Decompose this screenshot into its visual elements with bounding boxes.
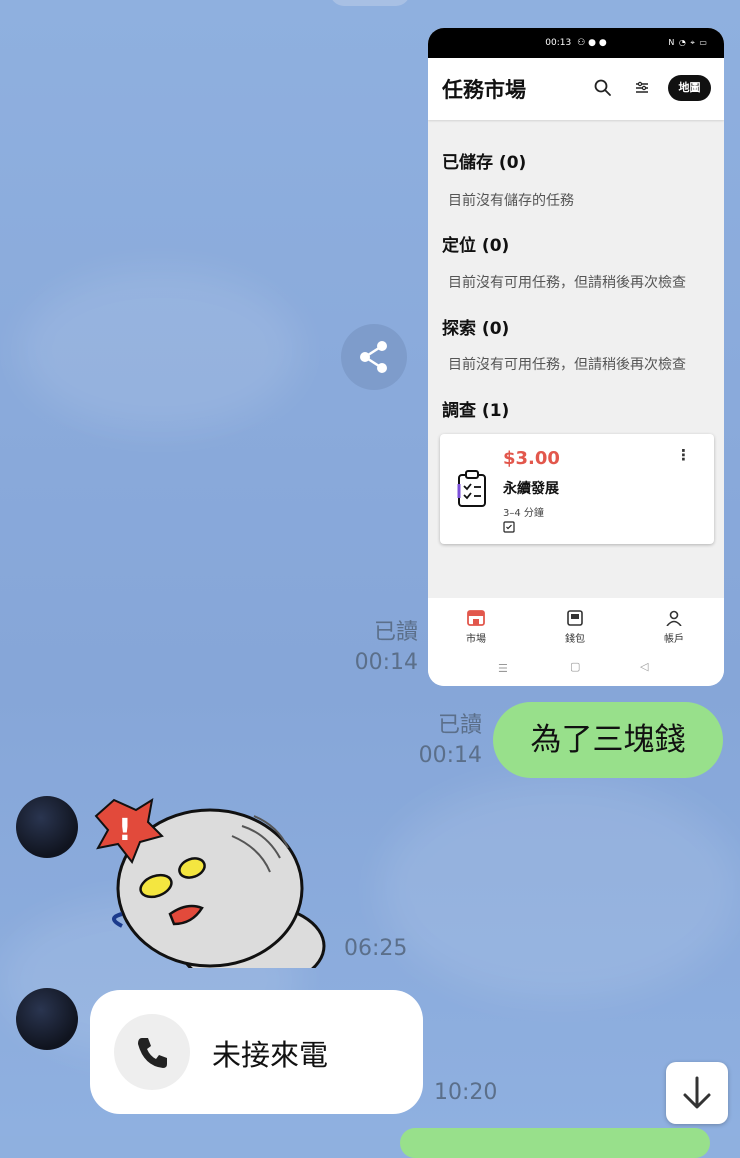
- share-icon: [360, 341, 387, 373]
- avatar[interactable]: [16, 988, 78, 1050]
- call-icon-container: [114, 1014, 190, 1090]
- app-bar: 任務市場 地圖: [428, 58, 724, 120]
- svg-text:!: !: [118, 813, 132, 848]
- map-button[interactable]: 地圖: [668, 75, 711, 101]
- section-heading-survey: 調查 (1): [442, 401, 510, 421]
- avatar[interactable]: [16, 796, 78, 858]
- task-card[interactable]: $3.00 永續發展 3–4 分鐘 ⋮: [440, 434, 714, 544]
- missed-call-label: 未接來電: [212, 1038, 329, 1072]
- image-message[interactable]: 00:13 ⚇ ● ● N ◔ ⌖ ▭ 任務市場 地圖 已儲存 (0) 目前沒有…: [428, 28, 724, 686]
- scroll-to-bottom-button[interactable]: [666, 1062, 728, 1124]
- read-receipt: 已讀 00:14: [340, 618, 418, 678]
- wallet-icon: [567, 610, 583, 626]
- section-text-explore: 目前沒有可用任務，但請稍後再次檢查: [448, 357, 686, 373]
- page-title: 任務市場: [442, 78, 526, 102]
- system-icons: N ◔ ⌖ ▭: [668, 38, 708, 47]
- section-heading-explore: 探索 (0): [442, 319, 510, 339]
- arrow-down-icon: [683, 1076, 711, 1109]
- message-time: 00:14: [418, 743, 482, 768]
- recents-icon: ☰: [498, 662, 508, 675]
- message-time: 10:20: [434, 1080, 498, 1105]
- survey-small-icon: [503, 521, 515, 533]
- task-name: 永續發展: [503, 481, 559, 497]
- task-duration: 3–4 分鐘: [503, 508, 544, 519]
- search-icon[interactable]: [593, 78, 613, 98]
- nav-label-market: 市場: [466, 634, 486, 645]
- message-time: 06:25: [344, 936, 408, 961]
- nav-label-wallet: 錢包: [565, 634, 585, 645]
- status-time: 00:13: [545, 38, 572, 48]
- status-bar: 00:13 ⚇ ● ● N ◔ ⌖ ▭: [428, 28, 724, 58]
- filter-icon[interactable]: [632, 78, 652, 98]
- message-time: 00:14: [354, 650, 418, 675]
- clipboard-icon: [457, 470, 486, 507]
- angry-moon-sticker[interactable]: !: [92, 796, 332, 968]
- read-receipt: 已讀 00:14: [404, 711, 482, 771]
- home-icon: ▢: [570, 660, 581, 673]
- status-icons: ⚇ ● ●: [577, 38, 607, 48]
- system-nav-bar: ☰ ▢ ◁: [428, 654, 724, 686]
- more-options-icon[interactable]: ⋮: [676, 446, 691, 464]
- nav-item-market[interactable]: 市場: [446, 610, 506, 645]
- nav-label-account: 帳戶: [664, 634, 684, 645]
- nav-item-wallet[interactable]: 錢包: [545, 610, 605, 645]
- task-price: $3.00: [503, 448, 560, 469]
- section-heading-location: 定位 (0): [442, 236, 510, 256]
- read-status: 已讀: [437, 713, 482, 738]
- phone-icon: [138, 1038, 167, 1068]
- read-status: 已讀: [373, 620, 418, 645]
- person-icon: [666, 610, 682, 627]
- back-icon: ◁: [640, 660, 649, 673]
- next-message-bubble: [400, 1128, 710, 1158]
- previous-message-bubble: [330, 0, 410, 6]
- store-icon: [467, 610, 485, 626]
- sent-message-bubble[interactable]: 為了三塊錢: [493, 702, 723, 778]
- bottom-navigation: 市場 錢包 帳戶: [428, 598, 724, 654]
- missed-call-bubble[interactable]: 未接來電: [90, 990, 423, 1114]
- section-text-saved: 目前沒有儲存的任務: [448, 193, 574, 209]
- share-button[interactable]: [341, 324, 407, 390]
- nav-item-account[interactable]: 帳戶: [644, 610, 704, 645]
- section-heading-saved: 已儲存 (0): [442, 153, 527, 173]
- section-text-location: 目前沒有可用任務，但請稍後再次檢查: [448, 275, 686, 291]
